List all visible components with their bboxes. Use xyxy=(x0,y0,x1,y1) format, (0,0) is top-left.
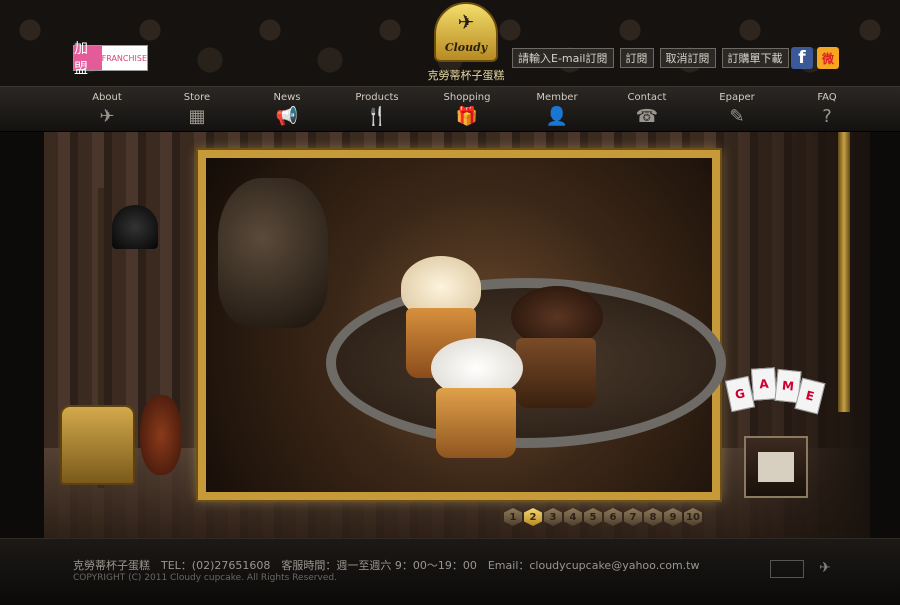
hat-decoration xyxy=(112,205,158,249)
logo-chinese-name: 克勞蒂杯子蛋糕 xyxy=(427,69,505,82)
subscribe-button[interactable]: 訂閱 xyxy=(619,48,654,68)
main-nav: About ✈ Store ▦ News 📢 Products 🍴 Shopping 🎁 … xyxy=(0,86,900,132)
partner-badge-icon xyxy=(770,560,804,578)
violin-decoration xyxy=(140,395,182,475)
cupcake-image xyxy=(516,338,596,408)
franchise-en-label: FRANCHISE xyxy=(101,46,147,70)
pager-dot[interactable]: 6 xyxy=(604,508,622,526)
curtain-tassel-decoration xyxy=(838,132,850,412)
nav-label: Epaper xyxy=(719,92,755,103)
nav-label: Contact xyxy=(627,92,667,103)
hero-image-frame[interactable] xyxy=(198,150,726,500)
pager-dot[interactable]: 8 xyxy=(644,508,662,526)
weibo-icon[interactable]: 微 xyxy=(817,47,839,69)
nav-item-products[interactable]: Products 🍴 xyxy=(332,87,422,131)
nav-item-about[interactable]: About ✈ xyxy=(62,87,152,131)
pager-dot[interactable]: 7 xyxy=(624,508,642,526)
pager-dot[interactable]: 1 xyxy=(504,508,522,526)
nav-item-faq[interactable]: FAQ? xyxy=(782,87,872,131)
nav-item-epaper[interactable]: Epaper ✎ xyxy=(692,87,782,131)
person-icon: 👤 xyxy=(545,105,569,127)
newspaper-icon: ✎ xyxy=(729,105,745,127)
slide-pager: 1 2 3 4 5 6 7 8 9 10 xyxy=(504,508,702,526)
pager-dot[interactable]: 5 xyxy=(584,508,602,526)
facebook-icon[interactable]: f xyxy=(791,47,813,69)
question-icon: ? xyxy=(822,105,832,127)
header: 加盟 FRANCHISE ✈ Cloudy 克勞蒂杯子蛋糕 請輸入E-mail訂… xyxy=(0,0,900,86)
nav-label: Store xyxy=(183,92,211,103)
footer: 克勞蒂杯子蛋糕 TEL：(02)27651608 客服時間：週一至週六 9：00… xyxy=(0,538,900,605)
logo-text: Cloudy xyxy=(444,41,488,54)
armchair-decoration xyxy=(60,405,135,485)
pager-dot[interactable]: 9 xyxy=(664,508,682,526)
pager-dot[interactable]: 4 xyxy=(564,508,582,526)
unsubscribe-button[interactable]: 取消訂閱 xyxy=(659,48,716,68)
cupcake-image xyxy=(436,388,516,458)
gift-icon: 🎁 xyxy=(455,105,479,127)
page: 加盟 FRANCHISE ✈ Cloudy 克勞蒂杯子蛋糕 請輸入E-mail訂… xyxy=(0,0,900,605)
nav-label: About xyxy=(92,92,122,103)
store-icon: ▦ xyxy=(188,105,206,127)
pager-dot[interactable]: 3 xyxy=(544,508,562,526)
safe-box-button[interactable] xyxy=(744,436,808,498)
email-subscribe-input[interactable]: 請輸入E-mail訂閱 xyxy=(512,48,614,68)
game-card: A xyxy=(750,367,778,401)
pager-dot-active[interactable]: 2 xyxy=(524,508,542,526)
cupid-icon: ✈ xyxy=(99,105,115,127)
nav-item-news[interactable]: News 📢 xyxy=(242,87,332,131)
footer-contact-info: 克勞蒂杯子蛋糕 TEL：(02)27651608 客服時間：週一至週六 9：00… xyxy=(73,559,700,572)
nav-label: Shopping xyxy=(443,92,491,103)
nav-label: News xyxy=(273,92,301,103)
nav-item-contact[interactable]: Contact ☎ xyxy=(602,87,692,131)
nav-label: Products xyxy=(355,92,399,103)
cupid-badge-icon: ✈ xyxy=(819,560,831,576)
game-cards-button[interactable]: G A M E xyxy=(724,364,826,416)
order-form-download-button[interactable]: 訂購單下載 xyxy=(721,48,789,68)
nav-item-store[interactable]: Store ▦ xyxy=(152,87,242,131)
safe-plaque xyxy=(758,452,794,482)
nav-item-member[interactable]: Member 👤 xyxy=(512,87,602,131)
cloudy-logo[interactable]: ✈ Cloudy xyxy=(434,2,498,62)
cutlery-icon: 🍴 xyxy=(365,105,389,127)
nav-item-shopping[interactable]: Shopping 🎁 xyxy=(422,87,512,131)
franchise-cn-label: 加盟 xyxy=(74,41,102,77)
game-card: G xyxy=(724,375,756,413)
franchise-banner[interactable]: 加盟 FRANCHISE xyxy=(73,41,148,77)
nav-label: Member xyxy=(536,92,578,103)
megaphone-icon: 📢 xyxy=(275,105,299,127)
telephone-icon: ☎ xyxy=(635,105,659,127)
nav-label: FAQ xyxy=(817,92,837,103)
footer-copyright: COPYRIGHT (C) 2011 Cloudy cupcake. All R… xyxy=(73,573,337,583)
silver-jug-image xyxy=(218,178,328,328)
pager-dot[interactable]: 10 xyxy=(684,508,702,526)
header-buttons: 請輸入E-mail訂閱 訂閱 取消訂閱 訂購單下載 xyxy=(512,48,789,68)
cupid-logo-icon: ✈ xyxy=(457,10,475,34)
